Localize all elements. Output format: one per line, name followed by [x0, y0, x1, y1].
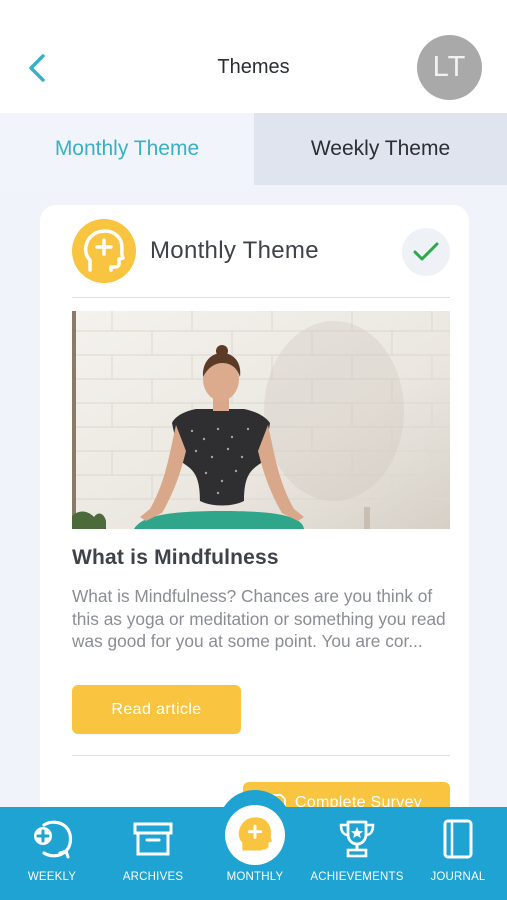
theme-tabs: Monthly Theme Weekly Theme [0, 113, 507, 185]
nav-archives[interactable]: ARCHIVES [113, 807, 193, 900]
header: Themes LT [0, 0, 507, 113]
nav-journal[interactable]: JOURNAL [421, 807, 495, 900]
nav-monthly[interactable]: MONTHLY [215, 807, 295, 900]
trophy-icon [339, 820, 375, 858]
journal-icon [443, 819, 473, 859]
article-title[interactable]: What is Mindfulness [72, 546, 279, 570]
divider [72, 297, 450, 298]
read-article-button[interactable]: Read article [72, 685, 241, 734]
nav-label: WEEKLY [27, 871, 77, 883]
nav-label: ACHIEVEMENTS [310, 871, 404, 883]
divider [72, 755, 450, 756]
article-image[interactable] [72, 311, 450, 529]
nav-weekly[interactable]: WEEKLY [13, 807, 91, 900]
nav-label: JOURNAL [430, 871, 486, 883]
nav-label: ARCHIVES [122, 871, 184, 883]
nav-achievements[interactable]: ACHIEVEMENTS [309, 807, 405, 900]
head-plus-icon [83, 229, 125, 272]
avatar[interactable]: LT [417, 35, 482, 100]
nav-label: MONTHLY [226, 871, 284, 883]
archive-box-icon [133, 822, 173, 856]
card-header: Monthly Theme [72, 219, 450, 297]
tab-weekly-theme[interactable]: Weekly Theme [254, 113, 507, 185]
theme-card: Monthly Theme What is Mindfulness What i… [40, 205, 469, 845]
card-title: Monthly Theme [150, 237, 319, 264]
meditation-photo [72, 311, 450, 529]
completed-check [402, 228, 450, 276]
tab-monthly-theme[interactable]: Monthly Theme [0, 113, 254, 185]
article-description: What is Mindfulness? Chances are you thi… [72, 586, 446, 651]
theme-badge [72, 219, 136, 283]
checkmark-icon [413, 242, 439, 261]
weekly-icon [34, 820, 73, 859]
